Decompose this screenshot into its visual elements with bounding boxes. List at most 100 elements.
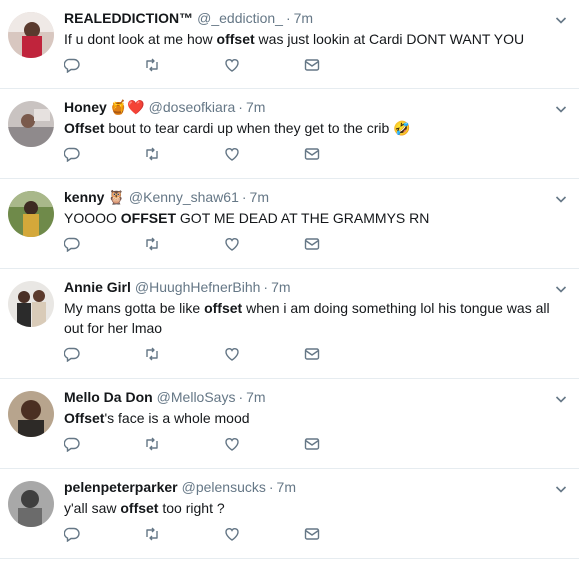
tweet-text-segment: bout to tear cardi up when they get to t… — [104, 120, 411, 136]
tweet-actions — [64, 236, 579, 252]
tweet-header: Annie Girl @HuughHefnerBihh · 7m — [64, 278, 579, 296]
tweet-text-segment: y'all saw — [64, 500, 121, 516]
tweet[interactable]: pelenpeterparker @pelensucks · 7m y'all … — [0, 469, 579, 559]
direct-message-button[interactable] — [304, 236, 384, 252]
avatar[interactable] — [8, 191, 54, 237]
retweet-button[interactable] — [144, 436, 224, 452]
user-handle[interactable]: @_eddiction_ — [197, 9, 283, 27]
tweet[interactable]: Honey 🍯❤️ @doseofkiara · 7m Offset bout … — [0, 89, 579, 179]
tweet[interactable]: Mello Da Don @MelloSays · 7m Offset's fa… — [0, 379, 579, 469]
highlighted-keyword: Offset — [64, 120, 105, 136]
tweet-text: y'all saw offset too right ? — [64, 498, 579, 518]
display-name[interactable]: Honey — [64, 98, 107, 116]
tweet[interactable]: REALEDDICTION™ @_eddiction_ · 7m If u do… — [0, 0, 579, 89]
reply-icon — [64, 527, 80, 542]
like-button[interactable] — [224, 526, 304, 542]
chevron-down-icon[interactable] — [555, 393, 567, 405]
tweet-actions — [64, 146, 579, 162]
direct-message-button[interactable] — [304, 57, 384, 73]
like-button[interactable] — [224, 146, 304, 162]
reply-button[interactable] — [64, 146, 144, 162]
direct-message-button[interactable] — [304, 346, 384, 362]
envelope-icon — [304, 438, 320, 450]
envelope-icon — [304, 348, 320, 360]
display-name[interactable]: pelenpeterparker — [64, 478, 178, 496]
tweet-text: Offset bout to tear cardi up when they g… — [64, 118, 579, 138]
reply-icon — [64, 437, 80, 452]
tweet-text-segment: 's face is a whole mood — [104, 410, 250, 426]
timestamp[interactable]: 7m — [277, 478, 296, 496]
tweet-text: If u dont look at me how offset was just… — [64, 29, 579, 49]
retweet-button[interactable] — [144, 236, 224, 252]
chevron-down-icon[interactable] — [555, 193, 567, 205]
display-name[interactable]: Annie Girl — [64, 278, 131, 296]
heart-icon — [225, 438, 239, 451]
name-emoji: 🍯❤️ — [109, 99, 145, 115]
highlighted-keyword: Offset — [64, 410, 105, 426]
user-handle[interactable]: @MelloSays — [157, 388, 236, 406]
tweet[interactable]: kenny 🦉 @Kenny_shaw61 · 7m YOOOO OFFSET … — [0, 179, 579, 269]
avatar[interactable] — [8, 101, 54, 147]
reply-button[interactable] — [64, 236, 144, 252]
user-handle[interactable]: @doseofkiara — [149, 98, 236, 116]
tweet-text-segment: If u dont look at me how — [64, 31, 217, 47]
user-handle[interactable]: @Kenny_shaw61 — [129, 188, 239, 206]
chevron-down-icon[interactable] — [555, 103, 567, 115]
display-name[interactable]: Mello Da Don — [64, 388, 153, 406]
retweet-button[interactable] — [144, 146, 224, 162]
like-button[interactable] — [224, 346, 304, 362]
avatar[interactable] — [8, 481, 54, 527]
like-button[interactable] — [224, 57, 304, 73]
timestamp[interactable]: 7m — [246, 98, 265, 116]
tweet-actions — [64, 57, 579, 73]
retweet-icon — [146, 347, 158, 361]
timestamp[interactable]: 7m — [246, 388, 265, 406]
avatar[interactable] — [8, 281, 54, 327]
like-button[interactable] — [224, 436, 304, 452]
envelope-icon — [304, 148, 320, 160]
user-handle[interactable]: @HuughHefnerBihh — [135, 278, 261, 296]
tweet-header: Mello Da Don @MelloSays · 7m — [64, 388, 579, 406]
tweet-actions — [64, 436, 579, 452]
highlighted-keyword: offset — [120, 500, 159, 516]
tweet-text: My mans gotta be like offset when i am d… — [64, 298, 579, 338]
direct-message-button[interactable] — [304, 526, 384, 542]
avatar[interactable] — [8, 12, 54, 58]
chevron-down-icon[interactable] — [555, 483, 567, 495]
tweet-feed: REALEDDICTION™ @_eddiction_ · 7m If u do… — [0, 0, 579, 559]
retweet-button[interactable] — [144, 346, 224, 362]
heart-icon — [225, 59, 239, 72]
avatar[interactable] — [8, 391, 54, 437]
envelope-icon — [304, 59, 320, 71]
reply-button[interactable] — [64, 436, 144, 452]
retweet-button[interactable] — [144, 57, 224, 73]
reply-button[interactable] — [64, 57, 144, 73]
direct-message-button[interactable] — [304, 436, 384, 452]
retweet-button[interactable] — [144, 526, 224, 542]
retweet-icon — [146, 237, 158, 251]
user-handle[interactable]: @pelensucks — [182, 478, 266, 496]
timestamp[interactable]: 7m — [271, 278, 290, 296]
tweet[interactable]: Annie Girl @HuughHefnerBihh · 7m My mans… — [0, 269, 579, 379]
tweet-header: pelenpeterparker @pelensucks · 7m — [64, 478, 579, 496]
tweet-header: REALEDDICTION™ @_eddiction_ · 7m — [64, 9, 579, 27]
display-name[interactable]: REALEDDICTION™ — [64, 9, 193, 27]
envelope-icon — [304, 238, 320, 250]
tweet-text: YOOOO OFFSET GOT ME DEAD AT THE GRAMMYS … — [64, 208, 579, 228]
envelope-icon — [304, 528, 320, 540]
separator-dot: · — [238, 99, 243, 115]
display-name[interactable]: kenny — [64, 188, 104, 206]
chevron-down-icon[interactable] — [555, 283, 567, 295]
timestamp[interactable]: 7m — [250, 188, 269, 206]
reply-button[interactable] — [64, 346, 144, 362]
separator-dot: · — [268, 479, 274, 495]
chevron-down-icon[interactable] — [555, 14, 567, 26]
direct-message-button[interactable] — [304, 146, 384, 162]
tweet-actions — [64, 526, 579, 542]
like-button[interactable] — [224, 236, 304, 252]
reply-button[interactable] — [64, 526, 144, 542]
tweet-text-segment: My mans gotta be like — [64, 300, 205, 316]
timestamp[interactable]: 7m — [294, 9, 313, 27]
highlighted-keyword: OFFSET — [120, 210, 177, 226]
highlighted-keyword: offset — [204, 300, 243, 316]
